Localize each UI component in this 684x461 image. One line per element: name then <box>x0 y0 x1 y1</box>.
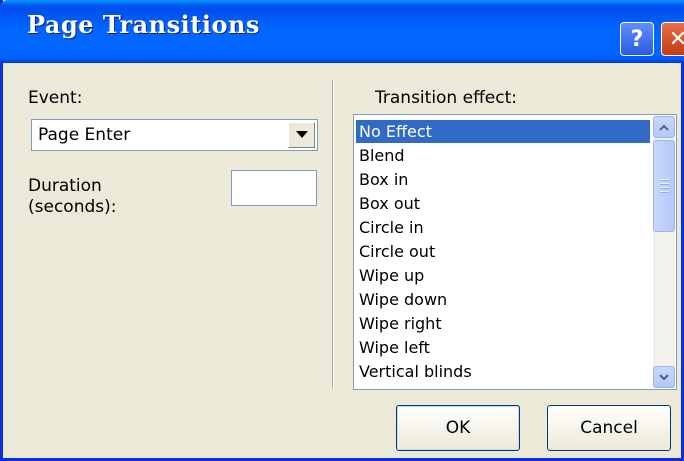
chevron-up-icon <box>659 124 669 131</box>
list-item-no-effect[interactable]: No Effect <box>356 120 650 143</box>
list-item-wipe-down[interactable]: Wipe down <box>356 288 650 311</box>
close-button[interactable]: ✕ <box>661 22 684 56</box>
grip-line <box>660 191 669 192</box>
dialog-title: Page Transitions <box>27 10 260 39</box>
page-transitions-dialog: Page Transitions ? ✕ Event: Page Enter D… <box>0 0 684 461</box>
close-icon: ✕ <box>668 26 684 52</box>
list-item-wipe-left[interactable]: Wipe left <box>356 336 650 359</box>
grip-line <box>660 179 669 180</box>
list-item-blend[interactable]: Blend <box>356 144 650 167</box>
duration-label: Duration (seconds): <box>28 176 117 217</box>
chevron-down-icon <box>295 131 308 138</box>
duration-input[interactable] <box>231 170 317 206</box>
help-icon: ? <box>630 26 644 52</box>
scroll-up-button[interactable] <box>653 116 675 138</box>
list-item-vertical-blinds[interactable]: Vertical blinds <box>356 360 650 383</box>
transition-effect-list[interactable]: No Effect Blend Box in Box out Circle in… <box>353 114 677 390</box>
event-label: Event: <box>28 88 83 108</box>
event-dropdown[interactable]: Page Enter <box>31 119 318 151</box>
grip-line <box>660 187 669 188</box>
list-item-box-out[interactable]: Box out <box>356 192 650 215</box>
ok-button[interactable]: OK <box>396 405 520 451</box>
list-item-wipe-up[interactable]: Wipe up <box>356 264 650 287</box>
chevron-down-icon <box>659 373 669 380</box>
cancel-button[interactable]: Cancel <box>547 405 671 451</box>
list-item-circle-in[interactable]: Circle in <box>356 216 650 239</box>
transition-effect-label: Transition effect: <box>375 88 517 108</box>
dropdown-button[interactable] <box>288 122 315 148</box>
help-button[interactable]: ? <box>620 22 654 56</box>
scroll-down-button[interactable] <box>653 366 675 388</box>
list-item-circle-out[interactable]: Circle out <box>356 240 650 263</box>
event-dropdown-value: Page Enter <box>38 125 131 145</box>
panel-divider <box>332 80 333 388</box>
list-item-box-in[interactable]: Box in <box>356 168 650 191</box>
scroll-thumb[interactable] <box>653 140 675 232</box>
title-bar[interactable]: Page Transitions ? ✕ <box>0 0 684 63</box>
grip-line <box>660 183 669 184</box>
list-item-wipe-right[interactable]: Wipe right <box>356 312 650 335</box>
list-scrollbar[interactable] <box>653 116 675 388</box>
